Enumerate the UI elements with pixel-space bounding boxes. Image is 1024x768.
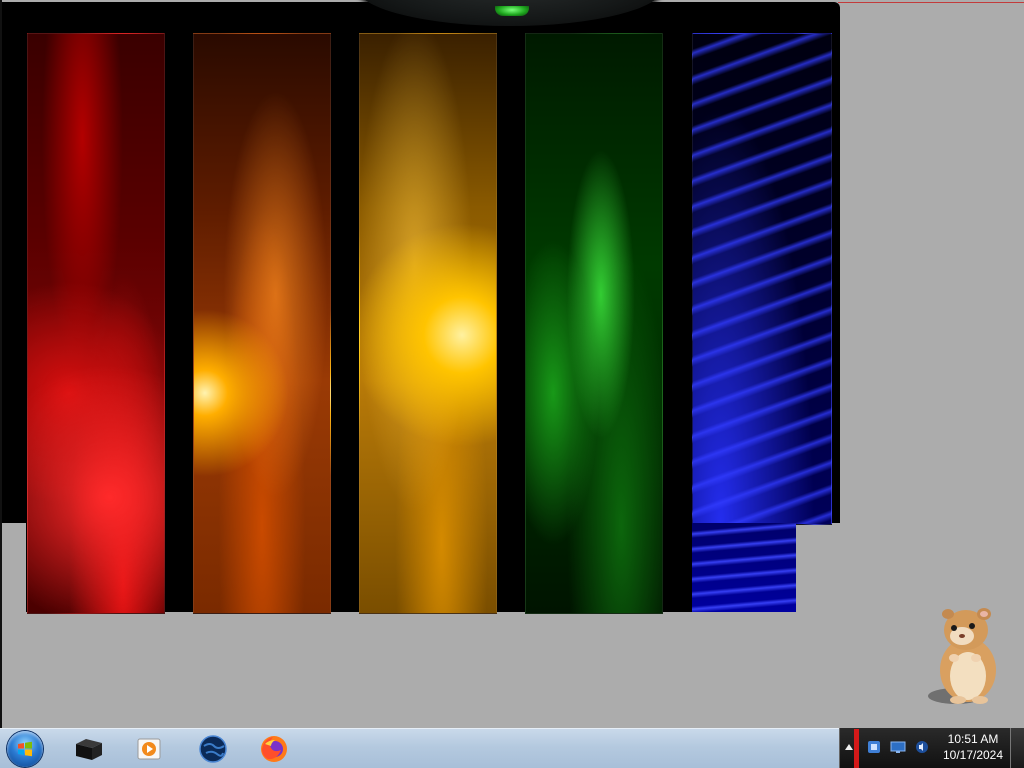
- media-player-icon: [137, 738, 161, 760]
- taskbar-media-player-button[interactable]: [132, 732, 166, 766]
- desktop-top-line: [838, 2, 1024, 3]
- firefox-icon: [261, 736, 287, 762]
- wallpaper-panel-blue-lower: [692, 523, 796, 612]
- taskbar-globe-button[interactable]: [196, 732, 230, 766]
- tray-clock[interactable]: 10:51 AM 10/17/2024: [936, 731, 1010, 767]
- tray-red-indicator: [854, 729, 859, 768]
- green-led-indicator: [495, 6, 529, 16]
- clock-time: 10:51 AM: [947, 732, 999, 746]
- start-button[interactable]: [7, 731, 43, 767]
- taskbar-terminal-button[interactable]: [71, 732, 105, 766]
- wallpaper-panel-red: [27, 33, 165, 614]
- desktop: [0, 0, 1024, 728]
- volume-icon[interactable]: [914, 739, 930, 755]
- clock-date: 10/17/2024: [942, 748, 1004, 762]
- taskbar-firefox-button[interactable]: [257, 732, 291, 766]
- wallpaper-panel-blue: [692, 33, 832, 525]
- network-icon[interactable]: [866, 739, 882, 755]
- wallpaper-panel-green: [525, 33, 663, 614]
- show-desktop-button[interactable]: [1010, 728, 1024, 768]
- windows-flag-icon: [18, 741, 32, 757]
- terminal-box-icon: [76, 739, 102, 760]
- globe-icon: [199, 735, 227, 763]
- hamster-icon[interactable]: [918, 600, 1008, 710]
- wallpaper-panel-orange: [193, 33, 331, 614]
- monitor-icon[interactable]: [890, 739, 906, 755]
- wallpaper-panel-yellow: [359, 33, 497, 614]
- chevron-up-icon[interactable]: [845, 744, 853, 750]
